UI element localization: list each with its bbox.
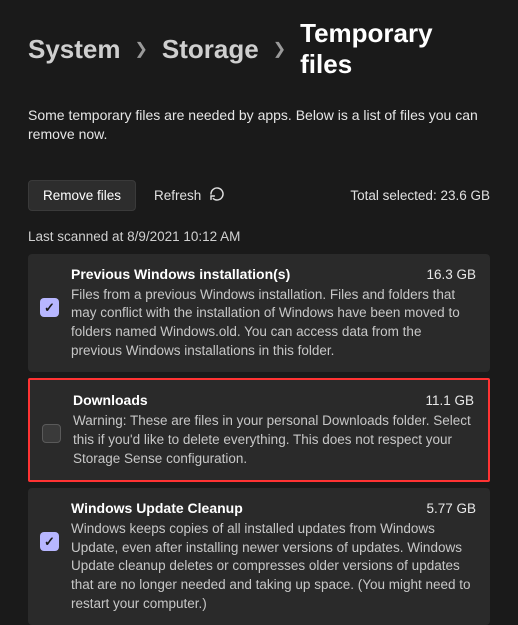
item-body: Previous Windows installation(s) 16.3 GB F… bbox=[71, 266, 476, 361]
item-head: Windows Update Cleanup 5.77 GB bbox=[71, 500, 476, 516]
item-checkbox[interactable] bbox=[40, 298, 59, 317]
breadcrumb-system[interactable]: System bbox=[28, 34, 121, 65]
item-title: Previous Windows installation(s) bbox=[71, 266, 290, 282]
item-checkbox[interactable] bbox=[40, 532, 59, 551]
item-size: 11.1 GB bbox=[425, 393, 474, 408]
total-selected-value: 23.6 GB bbox=[440, 188, 490, 203]
item-body: Downloads 11.1 GB Warning: These are files… bbox=[73, 392, 474, 468]
refresh-label: Refresh bbox=[154, 188, 201, 203]
breadcrumb-storage[interactable]: Storage bbox=[162, 34, 259, 65]
item-description: Warning: These are files in your persona… bbox=[73, 412, 474, 468]
item-title: Downloads bbox=[73, 392, 148, 408]
toolbar: Remove files Refresh Total selected: 23.… bbox=[28, 180, 490, 211]
item-title: Windows Update Cleanup bbox=[71, 500, 243, 516]
breadcrumb: System ❯ Storage ❯ Temporary files bbox=[28, 18, 490, 80]
item-size: 5.77 GB bbox=[426, 501, 476, 516]
list-item[interactable]: Windows Update Cleanup 5.77 GB Windows kee… bbox=[28, 488, 490, 625]
list-item[interactable]: Previous Windows installation(s) 16.3 GB F… bbox=[28, 254, 490, 373]
item-body: Windows Update Cleanup 5.77 GB Windows kee… bbox=[71, 500, 476, 613]
refresh-icon bbox=[209, 186, 225, 205]
item-size: 16.3 GB bbox=[426, 267, 476, 282]
intro-text: Some temporary files are needed by apps.… bbox=[28, 106, 490, 144]
total-selected: Total selected: 23.6 GB bbox=[350, 188, 490, 203]
page-title: Temporary files bbox=[300, 18, 490, 80]
total-selected-label: Total selected: bbox=[350, 188, 436, 203]
item-checkbox[interactable] bbox=[42, 424, 61, 443]
chevron-right-icon: ❯ bbox=[273, 39, 286, 59]
item-description: Files from a previous Windows installati… bbox=[71, 286, 476, 361]
item-head: Previous Windows installation(s) 16.3 GB bbox=[71, 266, 476, 282]
last-scanned-text: Last scanned at 8/9/2021 10:12 AM bbox=[28, 229, 490, 244]
item-head: Downloads 11.1 GB bbox=[73, 392, 474, 408]
list-item[interactable]: Downloads 11.1 GB Warning: These are files… bbox=[28, 378, 490, 482]
chevron-right-icon: ❯ bbox=[135, 39, 148, 59]
refresh-button[interactable]: Refresh bbox=[154, 186, 225, 205]
remove-files-button[interactable]: Remove files bbox=[28, 180, 136, 211]
item-description: Windows keeps copies of all installed up… bbox=[71, 520, 476, 613]
